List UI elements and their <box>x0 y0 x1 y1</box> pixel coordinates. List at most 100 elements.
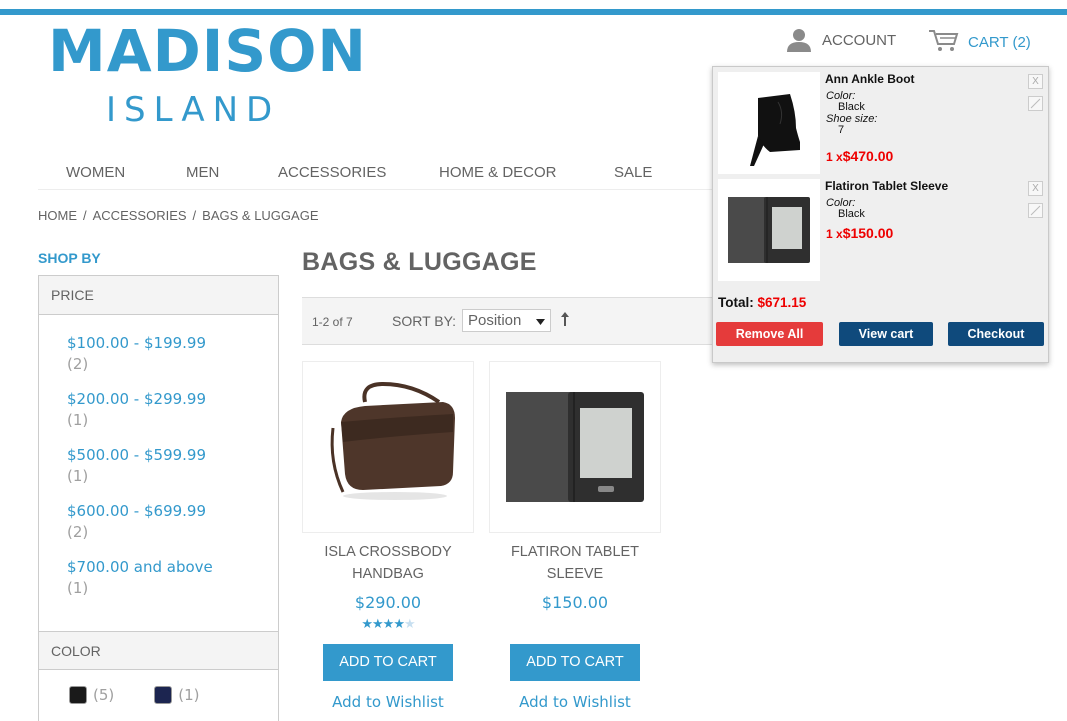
product-name[interactable]: ISLA CROSSBODY HANDBAG <box>302 541 474 585</box>
breadcrumb-current: BAGS & LUGGAGE <box>202 208 319 223</box>
product-name-line2[interactable]: SLEEVE <box>547 566 603 582</box>
product-image[interactable] <box>489 361 661 533</box>
product-name-line2[interactable]: HANDBAG <box>352 566 424 582</box>
rating-stars-empty <box>489 616 661 630</box>
price-filter-item[interactable]: $200.00 - $299.99 (1) <box>67 389 278 431</box>
price-range[interactable]: $500.00 - $599.99 <box>67 445 278 466</box>
total-value: $671.15 <box>757 295 807 310</box>
total-label: Total: <box>718 295 754 310</box>
breadcrumb-separator: / <box>83 208 87 223</box>
price-count: (1) <box>67 579 89 597</box>
account-label: ACCOUNT <box>822 31 897 49</box>
logo-line2: ISLAND <box>106 90 281 130</box>
user-icon <box>786 28 812 52</box>
sort-toolbar: 1-2 of 7 SORT BY: Position <box>302 297 722 345</box>
breadcrumb-accessories[interactable]: ACCESSORIES <box>93 208 187 223</box>
sort-direction-arrow-icon[interactable] <box>560 311 570 332</box>
breadcrumb: HOME / ACCESSORIES / BAGS & LUGGAGE <box>38 208 319 223</box>
cart-icon <box>928 28 960 56</box>
breadcrumb-home[interactable]: HOME <box>38 208 77 223</box>
price-count: (2) <box>67 355 89 373</box>
product-name-line1[interactable]: FLATIRON TABLET <box>511 544 639 560</box>
edit-item-icon[interactable] <box>1028 96 1043 111</box>
nav-item-women[interactable]: WOMEN <box>66 164 125 181</box>
mini-cart-total: Total: $671.15 <box>718 295 806 310</box>
mini-cart-item-price: 1 x$470.00 <box>826 148 893 164</box>
product-card: ISLA CROSSBODY HANDBAG $290.00 ★★★★★ ADD … <box>302 361 474 711</box>
swatch-box <box>69 686 87 704</box>
price-count: (1) <box>67 411 89 429</box>
mini-cart-item-name[interactable]: Flatiron Tablet Sleeve <box>825 179 948 193</box>
mini-cart-qty: 1 x <box>826 227 843 241</box>
product-card: FLATIRON TABLET SLEEVE $150.00 ADD TO CAR… <box>489 361 661 711</box>
add-to-wishlist-link[interactable]: Add to Wishlist <box>302 693 474 711</box>
price-count: (2) <box>67 523 89 541</box>
product-name-line1[interactable]: ISLA CROSSBODY <box>324 544 451 560</box>
sort-select-value: Position <box>468 312 522 329</box>
option-value: 7 <box>838 124 845 136</box>
price-range[interactable]: $100.00 - $199.99 <box>67 333 278 354</box>
logo-line1: MADISON <box>48 17 367 85</box>
site-logo[interactable]: MADISON ISLAND <box>48 18 368 130</box>
view-cart-button[interactable]: View cart <box>839 322 933 346</box>
star-half-icon: ★ <box>403 616 416 631</box>
color-swatch-black[interactable]: (5) <box>69 686 114 704</box>
price-count: (1) <box>67 467 89 485</box>
mini-cart-item-options: Color: Black <box>826 197 865 220</box>
add-to-cart-button[interactable]: ADD TO CART <box>510 644 640 681</box>
checkout-button[interactable]: Checkout <box>948 322 1044 346</box>
price-filter-list: $100.00 - $199.99 (2) $200.00 - $299.99 (1… <box>39 315 278 599</box>
page-title: BAGS & LUGGAGE <box>302 248 537 276</box>
price-range[interactable]: $200.00 - $299.99 <box>67 389 278 410</box>
shop-by-heading: SHOP BY <box>38 250 101 266</box>
breadcrumb-separator: / <box>192 208 197 223</box>
product-name[interactable]: FLATIRON TABLET SLEEVE <box>489 541 661 585</box>
add-to-wishlist-link[interactable]: Add to Wishlist <box>489 693 661 711</box>
option-label: Shoe size: <box>826 113 878 125</box>
color-swatches: (5) (1) <box>69 686 200 704</box>
mini-cart-amount: $150.00 <box>842 225 894 241</box>
cart-label: CART (2) <box>968 33 1031 51</box>
color-filter-heading[interactable]: COLOR <box>39 631 278 670</box>
price-filter-heading[interactable]: PRICE <box>39 276 278 315</box>
nav-item-home-decor[interactable]: HOME & DECOR <box>439 164 557 181</box>
mini-cart-item-price: 1 x$150.00 <box>826 225 893 241</box>
mini-cart-thumbnail[interactable] <box>718 179 820 281</box>
sort-select[interactable]: Position <box>462 309 551 332</box>
mini-cart-item-options: Color: Black Shoe size: 7 <box>826 90 877 136</box>
price-filter-item[interactable]: $100.00 - $199.99 (2) <box>67 333 278 375</box>
price-filter-item[interactable]: $600.00 - $699.99 (2) <box>67 501 278 543</box>
remove-all-button[interactable]: Remove All <box>716 322 823 346</box>
add-to-cart-button[interactable]: ADD TO CART <box>323 644 453 681</box>
option-value: Black <box>838 101 865 113</box>
swatch-box <box>154 686 173 704</box>
nav-item-men[interactable]: MEN <box>186 164 219 181</box>
layered-navigation: PRICE $100.00 - $199.99 (2) $200.00 - $29… <box>38 275 279 721</box>
swatch-count: (5) <box>93 686 115 704</box>
cart-link[interactable]: CART (2) <box>928 28 1031 56</box>
star-icon: ★ <box>372 616 384 631</box>
price-filter-item[interactable]: $500.00 - $599.99 (1) <box>67 445 278 487</box>
sort-label: SORT BY: <box>392 313 457 329</box>
option-value: Black <box>838 208 865 220</box>
product-price: $290.00 <box>354 593 422 612</box>
remove-item-icon[interactable]: X <box>1028 181 1043 196</box>
price-filter-item[interactable]: $700.00 and above (1) <box>67 557 278 599</box>
price-range[interactable]: $700.00 and above <box>67 557 278 578</box>
mini-cart-thumbnail[interactable] <box>718 72 820 174</box>
account-link[interactable]: ACCOUNT <box>786 28 896 52</box>
color-swatch-navy[interactable]: (1) <box>154 686 200 704</box>
product-image[interactable] <box>302 361 474 533</box>
nav-item-sale[interactable]: SALE <box>614 164 652 181</box>
nav-item-accessories[interactable]: ACCESSORIES <box>278 164 386 181</box>
price-range[interactable]: $600.00 - $699.99 <box>67 501 278 522</box>
star-icon: ★ <box>361 616 373 631</box>
mini-cart-qty: 1 x <box>826 150 843 164</box>
edit-item-icon[interactable] <box>1028 203 1043 218</box>
mini-cart-amount: $470.00 <box>842 148 894 164</box>
rating-stars[interactable]: ★★★★★ <box>302 616 474 631</box>
star-icon: ★ <box>382 616 395 631</box>
mini-cart-item-name[interactable]: Ann Ankle Boot <box>825 72 915 86</box>
top-accent-bar <box>0 9 1067 15</box>
remove-item-icon[interactable]: X <box>1028 74 1043 89</box>
